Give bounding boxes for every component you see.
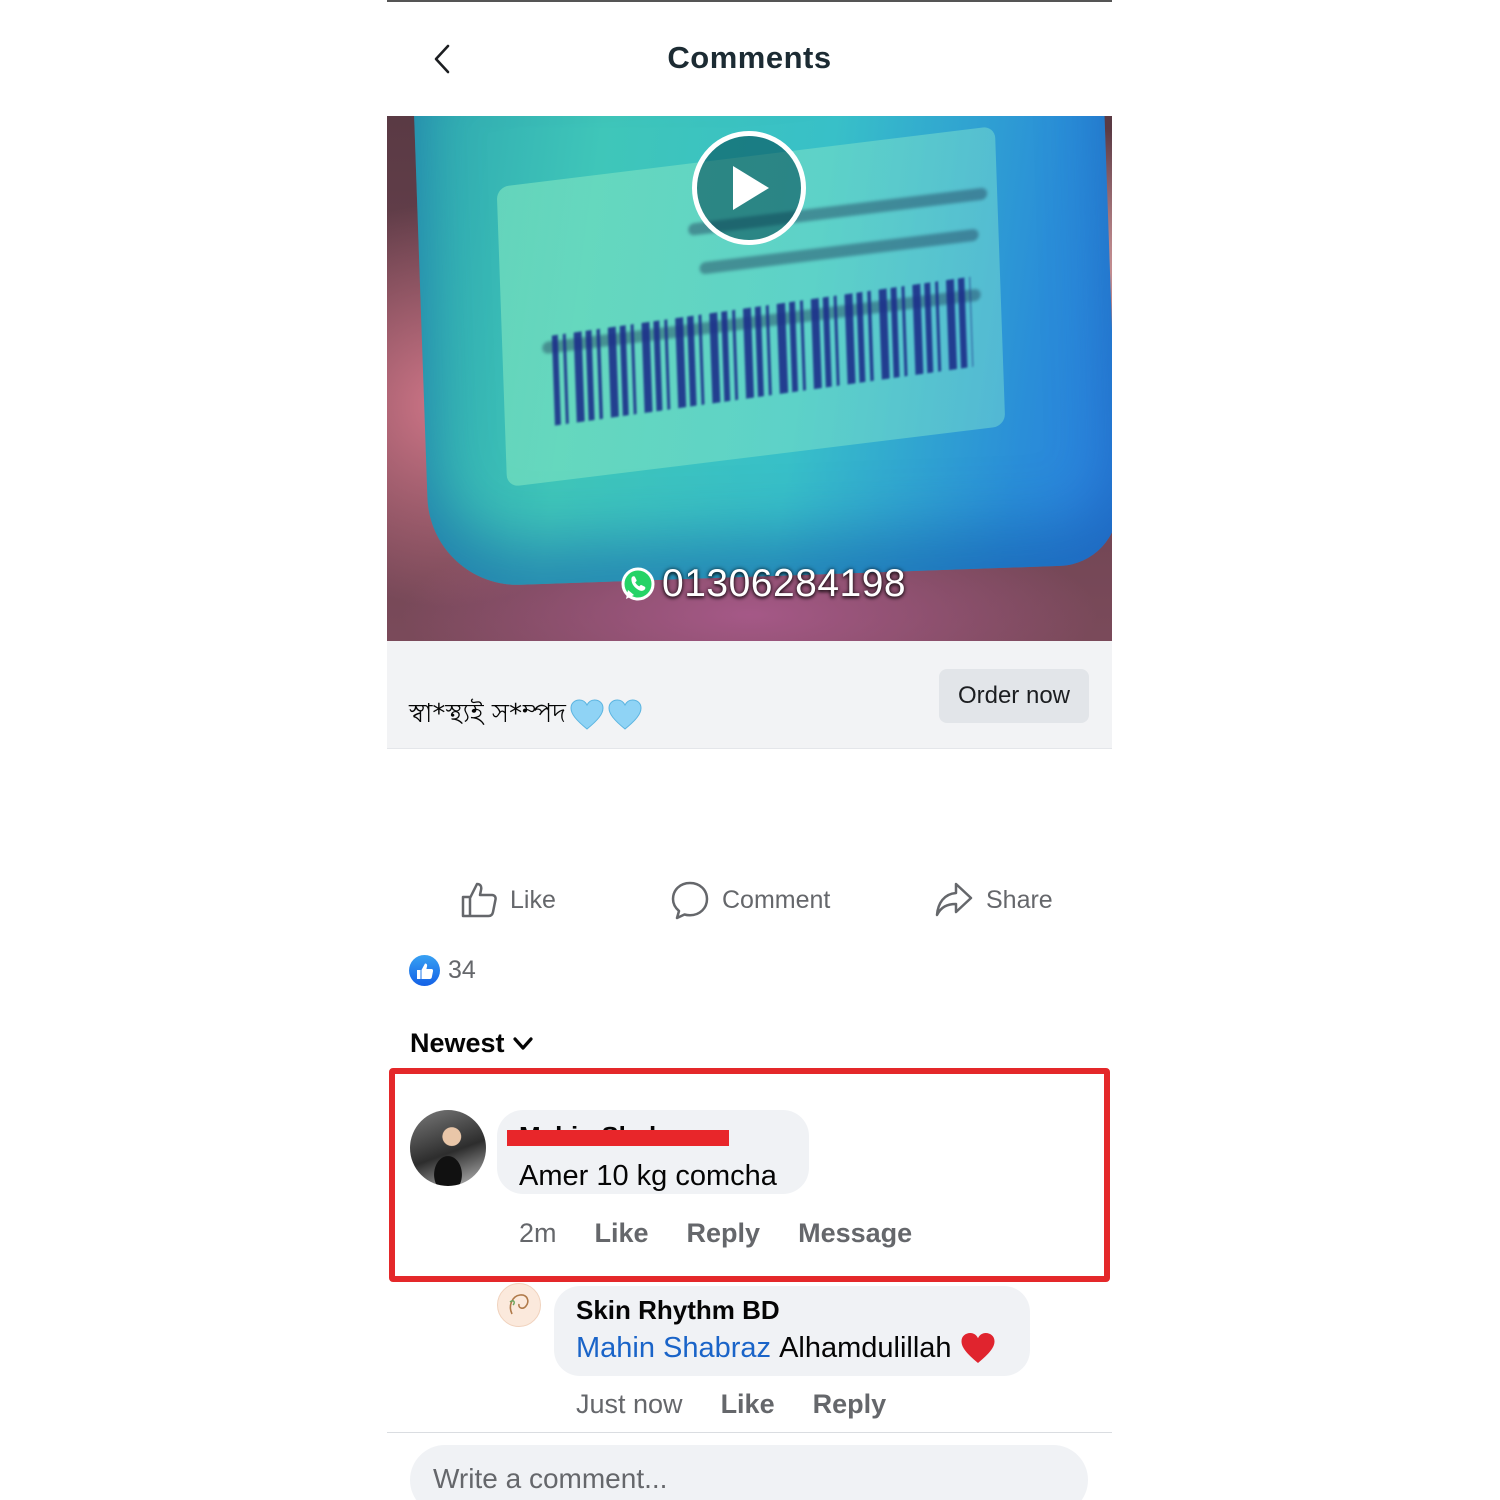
share-action[interactable]: Share — [934, 870, 1053, 930]
skin-rhythm-logo — [509, 1294, 529, 1315]
comment-input[interactable]: Write a comment... — [410, 1445, 1088, 1500]
reply-bubble: Skin Rhythm BD Mahin Shabraz Alhamdulill… — [554, 1286, 1030, 1376]
reaction-summary[interactable]: 34 — [409, 955, 476, 986]
reaction-count: 34 — [448, 956, 476, 984]
ad-caption-text: স্বা*স্থ্যই স*ম্পদ — [409, 699, 566, 729]
share-arrow-icon — [935, 882, 973, 917]
reply-time: Just now — [576, 1389, 683, 1419]
like-label: Like — [510, 885, 556, 914]
reply-body: Alhamdulillah — [779, 1332, 952, 1364]
highlight-box — [389, 1068, 1110, 1282]
chevron-down-icon — [512, 1036, 533, 1050]
sort-label: Newest — [410, 1028, 505, 1058]
like-reaction-icon — [409, 955, 440, 986]
phone-overlay: 01306284198 — [620, 562, 906, 606]
red-heart-icon — [961, 1333, 995, 1363]
mention-link[interactable]: Mahin Shabraz — [576, 1332, 771, 1365]
reply-reply-button[interactable]: Reply — [813, 1389, 887, 1420]
video-player[interactable]: 01306284198 — [387, 116, 1112, 641]
sort-dropdown[interactable]: Newest — [410, 1028, 533, 1059]
thumbs-up-icon — [461, 882, 497, 918]
reply-like-button[interactable]: Like — [721, 1389, 775, 1420]
comment-label: Comment — [722, 885, 831, 914]
ad-cta-bar: স্বা*স্থ্যই স*ম্পদ Order now — [387, 641, 1112, 749]
blue-heart-icon — [608, 699, 642, 730]
play-icon — [733, 166, 769, 210]
reply-text: Mahin Shabraz Alhamdulillah — [576, 1332, 996, 1365]
comment-action[interactable]: Comment — [670, 870, 830, 930]
reply-author[interactable]: Skin Rhythm BD — [576, 1295, 780, 1326]
like-action[interactable]: Like — [460, 870, 556, 930]
page-title: Comments — [667, 40, 832, 75]
page-avatar[interactable] — [497, 1283, 541, 1327]
header: Comments — [387, 2, 1112, 116]
ad-caption: স্বা*স্থ্যই স*ম্পদ — [409, 693, 642, 737]
comment-input-placeholder: Write a comment... — [433, 1463, 668, 1494]
play-button[interactable] — [692, 131, 806, 245]
comments-screen: Comments 01306284198 স্বা*স্থ্যই স*ম্পদ … — [387, 0, 1112, 1500]
blue-heart-icon — [570, 699, 604, 730]
share-label: Share — [986, 885, 1053, 914]
whatsapp-icon — [621, 567, 655, 601]
phone-number: 01306284198 — [662, 562, 907, 605]
composer-divider — [387, 1432, 1112, 1433]
reply-meta: Just now Like Reply — [576, 1389, 886, 1420]
comment-bubble-icon — [671, 881, 709, 920]
post-actions: Like Comment Share — [387, 870, 1112, 930]
order-now-button[interactable]: Order now — [938, 669, 1089, 723]
